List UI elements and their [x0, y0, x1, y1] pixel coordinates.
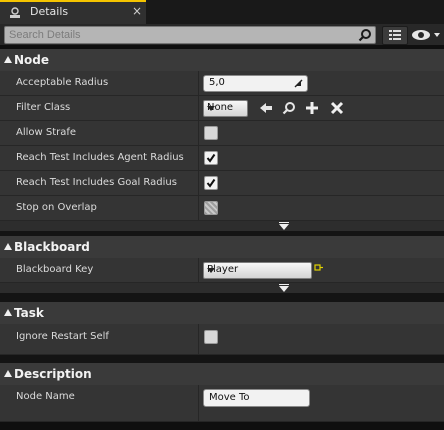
node-name-input[interactable]: Move To — [203, 389, 310, 407]
browse-icon[interactable] — [281, 100, 297, 116]
row-reach-agent-radius: Reach Test Includes Agent Radius — [0, 146, 444, 171]
advanced-expander-blackboard[interactable] — [0, 283, 444, 293]
stop-on-overlap-checkbox[interactable] — [204, 201, 218, 215]
add-icon[interactable] — [304, 100, 320, 116]
row-node-name: Node Name Move To — [0, 385, 444, 422]
row-stop-on-overlap: Stop on Overlap — [0, 196, 444, 221]
collapse-arrow-icon — [4, 309, 12, 316]
section-title: Description — [14, 367, 92, 381]
reach-agent-radius-checkbox[interactable] — [204, 151, 218, 165]
search-input[interactable] — [9, 27, 349, 43]
collapse-arrow-icon — [4, 56, 12, 63]
key-icon — [314, 264, 323, 271]
property-matrix-button[interactable] — [382, 26, 408, 45]
section-header-blackboard[interactable]: Blackboard — [0, 236, 444, 258]
property-label: Ignore Restart Self — [16, 331, 109, 342]
search-box — [4, 26, 376, 44]
expand-arrow-icon — [279, 286, 289, 292]
column-divider[interactable] — [198, 385, 199, 421]
property-label: Reach Test Includes Agent Radius — [16, 152, 184, 163]
section-header-task[interactable]: Task — [0, 302, 444, 324]
section-title: Blackboard — [14, 240, 90, 254]
row-filter-class: Filter Class None — [0, 96, 444, 121]
collapse-arrow-icon — [4, 370, 12, 377]
row-blackboard-key: Blackboard Key Player — [0, 258, 444, 283]
details-toolbar — [0, 24, 444, 45]
column-divider[interactable] — [198, 196, 199, 220]
blackboard-key-dropdown[interactable]: Player — [203, 262, 312, 279]
row-reach-goal-radius: Reach Test Includes Goal Radius — [0, 171, 444, 196]
section-header-node[interactable]: Node — [0, 49, 444, 71]
close-tab-icon[interactable]: × — [132, 4, 142, 18]
advanced-expander-node[interactable] — [0, 221, 444, 231]
checkmark-icon — [206, 153, 216, 163]
section-title: Task — [14, 306, 44, 320]
row-allow-strafe: Allow Strafe — [0, 121, 444, 146]
property-label: Node Name — [16, 391, 75, 402]
column-divider[interactable] — [198, 96, 199, 120]
details-tab-icon — [10, 7, 20, 18]
property-label: Acceptable Radius — [16, 77, 109, 88]
column-divider[interactable] — [198, 146, 199, 170]
property-label: Filter Class — [16, 102, 71, 113]
acceptable-radius-value: 5,0 — [209, 77, 225, 88]
section-gap — [0, 355, 444, 363]
expand-line — [279, 222, 289, 223]
section-header-description[interactable]: Description — [0, 363, 444, 385]
acceptable-radius-input[interactable]: 5,0 — [203, 75, 308, 92]
column-divider[interactable] — [198, 258, 199, 282]
column-divider[interactable] — [198, 171, 199, 195]
property-label: Blackboard Key — [16, 264, 94, 275]
property-label: Reach Test Includes Goal Radius — [16, 177, 177, 188]
use-selected-arrow-icon[interactable] — [258, 100, 274, 116]
clear-icon[interactable] — [329, 100, 345, 116]
chevron-down-icon — [207, 106, 215, 111]
column-divider[interactable] — [198, 121, 199, 145]
ignore-restart-self-checkbox[interactable] — [204, 330, 218, 344]
checkmark-icon — [206, 178, 216, 188]
row-ignore-restart-self: Ignore Restart Self — [0, 324, 444, 355]
details-tab[interactable]: Details × — [0, 0, 146, 24]
search-icon[interactable] — [358, 28, 372, 42]
grid-view-icon — [389, 30, 401, 40]
expand-arrow-icon — [279, 224, 289, 230]
expand-line — [279, 284, 289, 285]
property-label: Stop on Overlap — [16, 202, 97, 213]
allow-strafe-checkbox[interactable] — [204, 126, 218, 140]
row-acceptable-radius: Acceptable Radius 5,0 — [0, 71, 444, 96]
section-title: Node — [14, 53, 50, 67]
column-divider[interactable] — [198, 324, 199, 354]
column-divider[interactable] — [198, 71, 199, 95]
node-name-value: Move To — [209, 392, 250, 403]
filter-class-dropdown[interactable]: None — [203, 100, 248, 117]
tab-bar: Details × — [0, 0, 444, 24]
collapse-arrow-icon — [4, 243, 12, 250]
resize-icon — [294, 79, 303, 88]
section-gap — [0, 293, 444, 302]
property-label: Allow Strafe — [16, 127, 77, 138]
chevron-down-icon — [207, 268, 215, 273]
eye-icon[interactable] — [410, 26, 442, 44]
tab-title: Details — [30, 5, 69, 18]
reach-goal-radius-checkbox[interactable] — [204, 176, 218, 190]
